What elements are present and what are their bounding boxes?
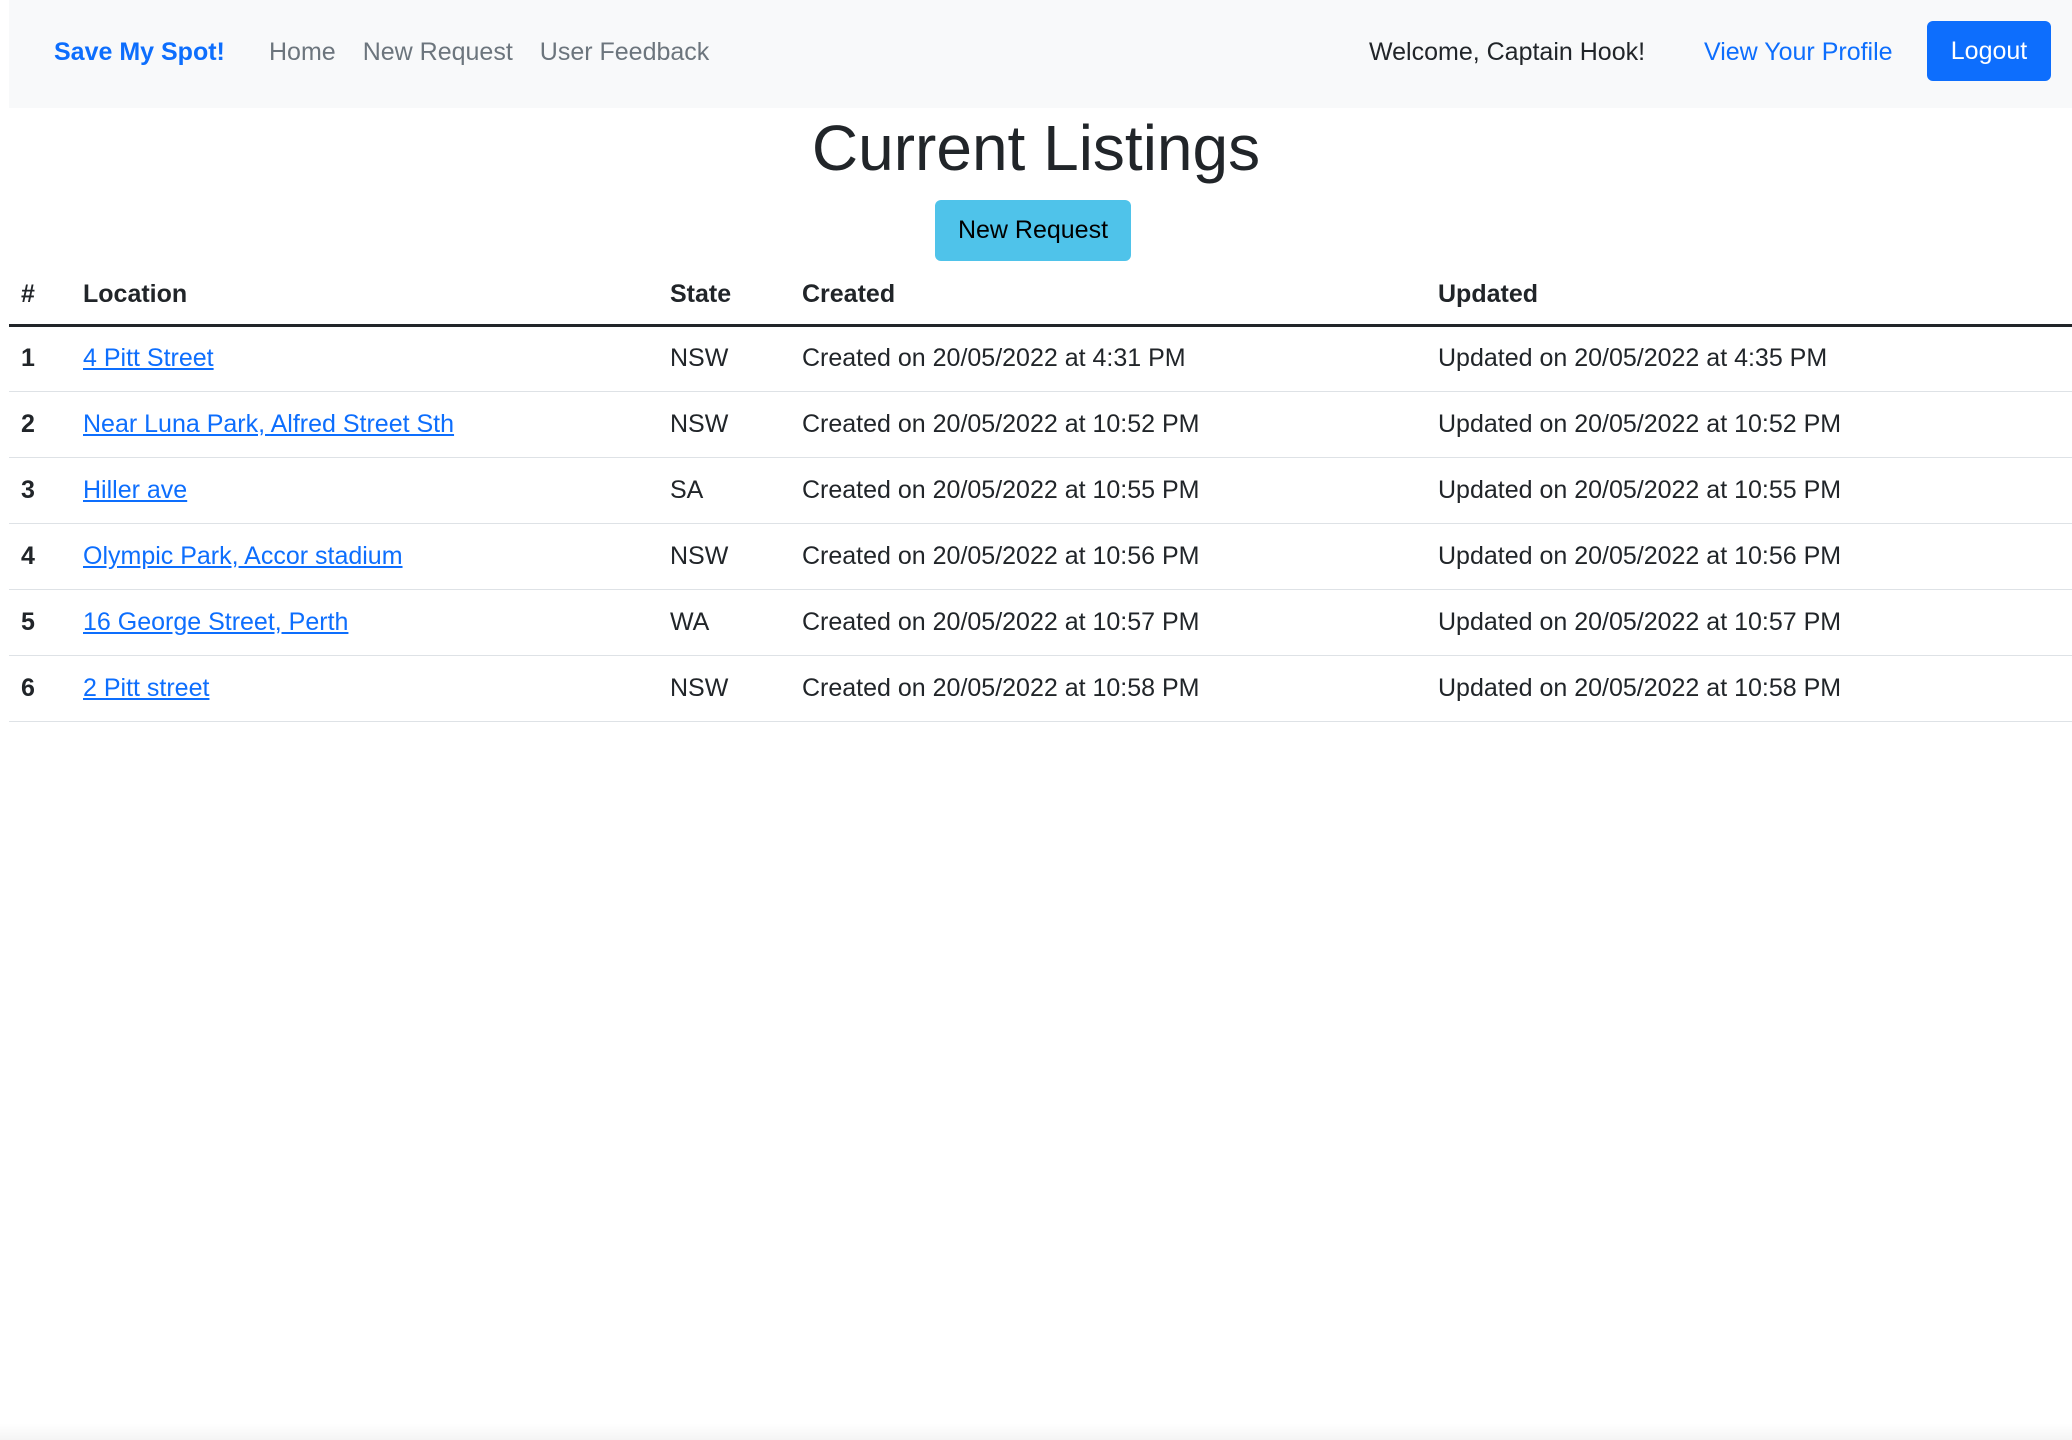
header-location: Location <box>71 265 658 327</box>
page-title: Current Listings <box>811 112 1261 184</box>
location-link[interactable]: 2 Pitt street <box>83 674 209 702</box>
state-cell: SA <box>658 457 790 524</box>
row-number: 3 <box>9 457 71 524</box>
table-body: 1 4 Pitt Street NSW Created on 20/05/202… <box>9 325 2072 722</box>
updated-cell: Updated on 20/05/2022 at 10:52 PM <box>1426 391 2072 458</box>
created-cell: Created on 20/05/2022 at 10:58 PM <box>790 655 1426 722</box>
row-number: 6 <box>9 655 71 722</box>
state-cell: NSW <box>658 325 790 392</box>
location-link[interactable]: 16 George Street, Perth <box>83 608 348 636</box>
nav-link-new-request[interactable]: New Request <box>363 32 513 72</box>
table-row: 1 4 Pitt Street NSW Created on 20/05/202… <box>9 325 2072 392</box>
location-cell: Near Luna Park, Alfred Street Sth <box>71 391 658 458</box>
table-row: 3 Hiller ave SA Created on 20/05/2022 at… <box>9 457 2072 524</box>
location-link[interactable]: Olympic Park, Accor stadium <box>83 542 403 570</box>
row-number: 4 <box>9 523 71 590</box>
header-number: # <box>9 265 71 327</box>
table-row: 5 16 George Street, Perth WA Created on … <box>9 589 2072 656</box>
location-link[interactable]: Near Luna Park, Alfred Street Sth <box>83 410 454 438</box>
navbar: Save My Spot! Home New Request User Feed… <box>9 0 2072 108</box>
state-cell: WA <box>658 589 790 656</box>
location-cell: 2 Pitt street <box>71 655 658 722</box>
location-cell: 4 Pitt Street <box>71 325 658 392</box>
table-row: 6 2 Pitt street NSW Created on 20/05/202… <box>9 655 2072 722</box>
nav-links: Home New Request User Feedback <box>269 32 709 72</box>
header-updated: Updated <box>1426 265 2072 327</box>
updated-cell: Updated on 20/05/2022 at 10:56 PM <box>1426 523 2072 590</box>
nav-link-home[interactable]: Home <box>269 32 336 72</box>
brand-link[interactable]: Save My Spot! <box>54 32 225 72</box>
view-profile-link[interactable]: View Your Profile <box>1704 32 1893 72</box>
logout-button[interactable]: Logout <box>1927 21 2051 81</box>
new-request-button[interactable]: New Request <box>935 200 1131 261</box>
created-cell: Created on 20/05/2022 at 10:57 PM <box>790 589 1426 656</box>
location-cell: Olympic Park, Accor stadium <box>71 523 658 590</box>
bottom-edge <box>0 1424 2072 1440</box>
listings-table: # Location State Created Updated 1 4 Pit… <box>9 265 2072 722</box>
location-cell: 16 George Street, Perth <box>71 589 658 656</box>
location-cell: Hiller ave <box>71 457 658 524</box>
row-number: 2 <box>9 391 71 458</box>
updated-cell: Updated on 20/05/2022 at 10:57 PM <box>1426 589 2072 656</box>
state-cell: NSW <box>658 655 790 722</box>
updated-cell: Updated on 20/05/2022 at 10:55 PM <box>1426 457 2072 524</box>
welcome-text: Welcome, Captain Hook! <box>1369 38 1646 66</box>
state-cell: NSW <box>658 523 790 590</box>
header-created: Created <box>790 265 1426 327</box>
row-number: 5 <box>9 589 71 656</box>
table-row: 2 Near Luna Park, Alfred Street Sth NSW … <box>9 391 2072 458</box>
nav-link-user-feedback[interactable]: User Feedback <box>540 32 710 72</box>
table-head: # Location State Created Updated <box>9 265 2072 327</box>
location-link[interactable]: 4 Pitt Street <box>83 344 214 372</box>
created-cell: Created on 20/05/2022 at 10:52 PM <box>790 391 1426 458</box>
header-state: State <box>658 265 790 327</box>
page: Save My Spot! Home New Request User Feed… <box>0 0 2072 1440</box>
created-cell: Created on 20/05/2022 at 4:31 PM <box>790 325 1426 392</box>
row-number: 1 <box>9 325 71 392</box>
updated-cell: Updated on 20/05/2022 at 4:35 PM <box>1426 325 2072 392</box>
table-header-row: # Location State Created Updated <box>9 265 2072 327</box>
created-cell: Created on 20/05/2022 at 10:55 PM <box>790 457 1426 524</box>
state-cell: NSW <box>658 391 790 458</box>
created-cell: Created on 20/05/2022 at 10:56 PM <box>790 523 1426 590</box>
location-link[interactable]: Hiller ave <box>83 476 187 504</box>
updated-cell: Updated on 20/05/2022 at 10:58 PM <box>1426 655 2072 722</box>
table-row: 4 Olympic Park, Accor stadium NSW Create… <box>9 523 2072 590</box>
